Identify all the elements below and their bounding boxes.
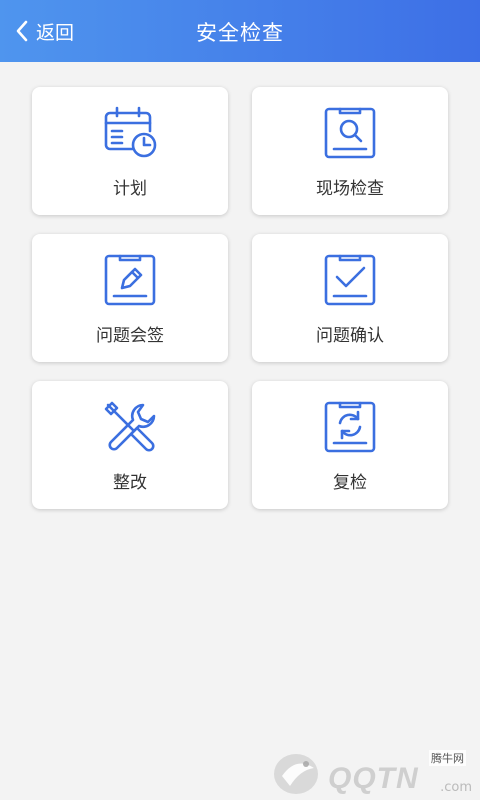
site-watermark: QQTN 腾牛网 .com [266, 740, 480, 800]
page-title: 安全检查 [196, 21, 284, 45]
menu-item-label: 整改 [113, 473, 147, 493]
watermark-text: QQTN [328, 762, 419, 795]
calendar-clock-icon [104, 106, 157, 158]
menu-item-plan[interactable]: 计划 [32, 87, 228, 215]
clipboard-search-icon [324, 107, 376, 159]
menu-item-site-inspection[interactable]: 现场检查 [252, 87, 448, 215]
menu-item-label: 计划 [113, 179, 147, 199]
menu-grid: 计划 现场检查 问题会签 问题确认 整改 复检 [32, 87, 448, 509]
menu-item-label: 复检 [333, 473, 367, 493]
menu-item-issue-confirm[interactable]: 问题确认 [252, 234, 448, 362]
menu-item-label: 问题会签 [96, 326, 164, 346]
menu-item-issue-countersign[interactable]: 问题会签 [32, 234, 228, 362]
clipboard-edit-icon [104, 254, 156, 306]
watermark-small-text: 腾牛网 [429, 750, 466, 766]
menu-item-label: 问题确认 [316, 326, 384, 346]
qqtn-logo-icon [274, 754, 318, 794]
clipboard-check-icon [324, 254, 376, 306]
menu-item-label: 现场检查 [316, 179, 384, 199]
menu-item-rectification[interactable]: 整改 [32, 381, 228, 509]
watermark-suffix: .com [440, 780, 472, 795]
wrench-screwdriver-icon [104, 401, 156, 452]
menu-item-reinspection[interactable]: 复检 [252, 381, 448, 509]
app-header: 返回 安全检查 [0, 0, 480, 62]
clipboard-refresh-icon [324, 401, 376, 453]
